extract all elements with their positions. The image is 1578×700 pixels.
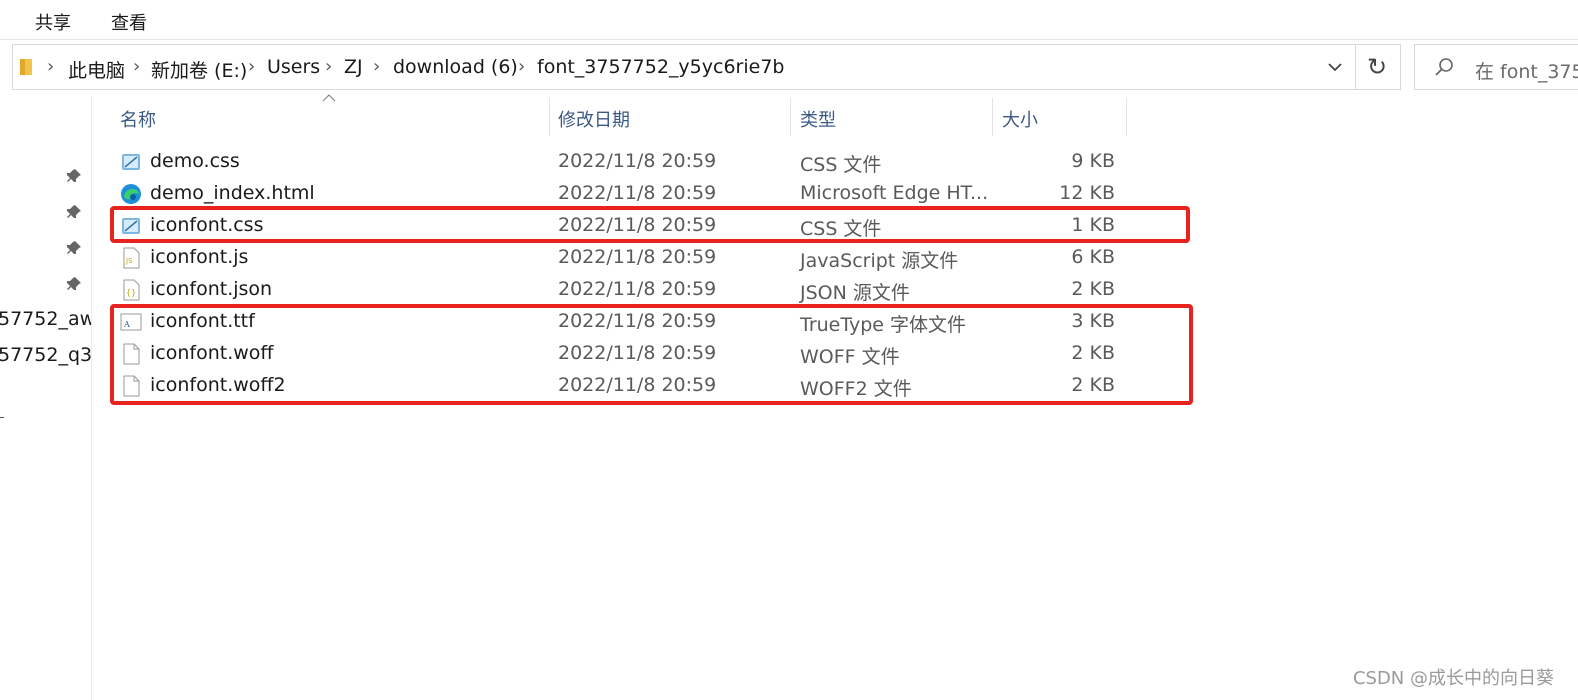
column-divider[interactable] bbox=[992, 98, 993, 136]
file-name: demo_index.html bbox=[150, 182, 315, 204]
tab-view[interactable]: 查看 bbox=[111, 9, 147, 35]
chevron-right-icon[interactable]: › bbox=[133, 56, 140, 77]
refresh-button[interactable]: ↻ bbox=[1356, 44, 1401, 90]
breadcrumb-font-folder[interactable]: font_3757752_y5yc6rie7b bbox=[537, 56, 784, 78]
watermark: CSDN @成长中的向日葵 bbox=[1352, 668, 1554, 689]
nav-item-folder[interactable]: 57752_awc bbox=[0, 308, 91, 330]
breadcrumb-users[interactable]: Users bbox=[267, 56, 320, 78]
nav-item-folder[interactable]: 57752_q3f bbox=[0, 344, 91, 366]
js-file-icon: JS bbox=[123, 247, 140, 269]
file-row[interactable]: JS iconfont.js 2022/11/8 20:59 JavaScrip… bbox=[112, 242, 1128, 274]
svg-text:JS: JS bbox=[125, 257, 133, 265]
file-size: 6 KB bbox=[1071, 246, 1115, 268]
search-placeholder: 在 font_3757752_y5yc6rie7b 中搜索 bbox=[1475, 61, 1578, 83]
css-file-icon bbox=[122, 154, 140, 170]
file-modified: 2022/11/8 20:59 bbox=[558, 278, 717, 300]
column-divider[interactable] bbox=[790, 98, 791, 136]
search-icon bbox=[1435, 58, 1453, 76]
navigation-pane: 57752_awc 57752_q3f bbox=[0, 96, 92, 700]
file-type: CSS 文件 bbox=[800, 154, 882, 176]
breadcrumb-this-pc[interactable]: 此电脑 bbox=[68, 56, 125, 83]
column-header-type[interactable]: 类型 bbox=[800, 106, 836, 132]
file-type: Microsoft Edge HT... bbox=[800, 182, 989, 204]
chevron-right-icon[interactable]: › bbox=[518, 56, 525, 77]
edge-html-icon bbox=[121, 184, 141, 204]
breadcrumb-volume-e[interactable]: 新加卷 (E:) bbox=[151, 56, 247, 83]
file-row[interactable]: {} iconfont.json 2022/11/8 20:59 JSON 源文… bbox=[112, 274, 1128, 306]
file-name: demo.css bbox=[150, 150, 240, 172]
chevron-right-icon[interactable]: › bbox=[47, 56, 54, 77]
chevron-down-icon[interactable] bbox=[1325, 57, 1345, 77]
column-divider[interactable] bbox=[1126, 98, 1127, 136]
file-modified: 2022/11/8 20:59 bbox=[558, 246, 717, 268]
column-header-modified[interactable]: 修改日期 bbox=[558, 106, 630, 132]
file-type: JavaScript 源文件 bbox=[800, 250, 959, 272]
sort-ascending-icon bbox=[322, 94, 336, 102]
address-bar[interactable]: › 此电脑 › 新加卷 (E:) › Users › ZJ › download… bbox=[12, 44, 1356, 90]
search-input[interactable]: 在 font_3757752_y5yc6rie7b 中搜索 bbox=[1414, 44, 1578, 90]
divider bbox=[0, 417, 4, 418]
breadcrumb-download[interactable]: download (6) bbox=[393, 56, 518, 78]
file-size: 9 KB bbox=[1071, 150, 1115, 172]
highlight-box bbox=[110, 304, 1193, 405]
file-row[interactable]: demo.css 2022/11/8 20:59 CSS 文件 9 KB bbox=[112, 146, 1128, 178]
json-file-icon: {} bbox=[123, 279, 140, 301]
file-modified: 2022/11/8 20:59 bbox=[558, 150, 717, 172]
chevron-right-icon[interactable]: › bbox=[373, 56, 380, 77]
svg-text:{}: {} bbox=[126, 288, 136, 297]
breadcrumb-zj[interactable]: ZJ bbox=[344, 56, 363, 78]
file-size: 2 KB bbox=[1071, 278, 1115, 300]
pin-icon[interactable] bbox=[66, 276, 82, 292]
pin-icon[interactable] bbox=[66, 240, 82, 256]
chevron-right-icon[interactable]: › bbox=[325, 56, 332, 77]
pin-icon[interactable] bbox=[66, 204, 82, 220]
file-modified: 2022/11/8 20:59 bbox=[558, 182, 717, 204]
tab-share[interactable]: 共享 bbox=[35, 9, 71, 35]
file-size: 12 KB bbox=[1059, 182, 1115, 204]
column-header-name[interactable]: 名称 bbox=[120, 106, 156, 132]
file-type: JSON 源文件 bbox=[800, 282, 910, 304]
highlight-box bbox=[110, 206, 1190, 243]
column-header-size[interactable]: 大小 bbox=[1002, 106, 1038, 132]
folder-icon bbox=[20, 59, 32, 75]
ribbon: 共享 查看 bbox=[0, 0, 1578, 40]
pin-icon[interactable] bbox=[66, 168, 82, 184]
refresh-icon: ↻ bbox=[1367, 53, 1388, 81]
column-divider[interactable] bbox=[549, 98, 550, 136]
file-name: iconfont.js bbox=[150, 246, 249, 268]
file-name: iconfont.json bbox=[150, 278, 273, 300]
chevron-right-icon[interactable]: › bbox=[248, 56, 255, 77]
